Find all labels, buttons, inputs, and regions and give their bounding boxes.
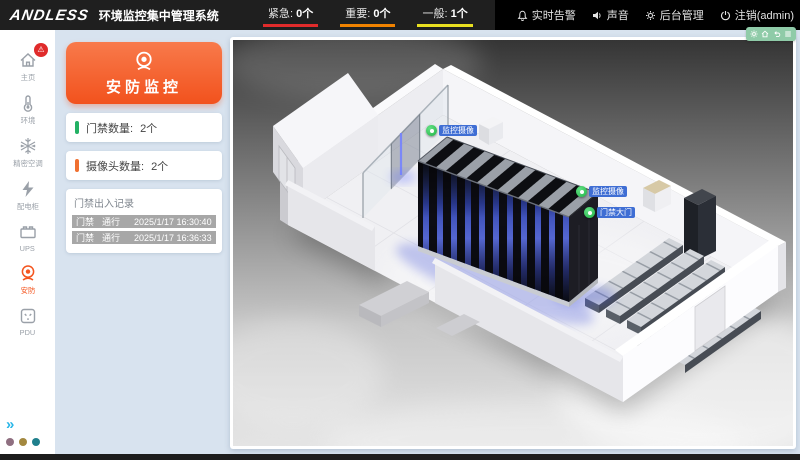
lightning-icon <box>18 179 38 199</box>
bottom-bar <box>0 454 800 460</box>
door-marker-label: 门禁大门 <box>597 207 635 218</box>
access-record-row: 门禁 通行 2025/1/17 16:30:40 <box>72 215 216 228</box>
top-header: ANDLESS 环境监控集中管理系统 紧急: 0个 重要: 0个 一般: 1个 … <box>0 0 800 30</box>
alarm-general-label: 一般: <box>422 8 447 20</box>
admin-label: 后台管理 <box>660 7 704 23</box>
sidebar-item-label: 安防 <box>20 285 35 295</box>
room-3d-render <box>233 40 793 446</box>
back-icon[interactable] <box>773 30 781 38</box>
record-action: 通行 <box>102 215 134 228</box>
alarm-important-label: 重要: <box>345 8 370 20</box>
realtime-alarm-button[interactable]: 实时告警 <box>517 7 576 23</box>
logout-icon <box>720 10 731 21</box>
sidebar-item-label: 精密空调 <box>13 158 42 168</box>
bell-icon <box>517 10 528 21</box>
sidebar-item-security[interactable]: 安防 <box>0 263 55 296</box>
camera-marker-icon <box>576 186 587 197</box>
brand-logo: ANDLESS <box>9 7 91 24</box>
menu-icon[interactable] <box>784 30 792 38</box>
record-time: 2025/1/17 16:36:33 <box>134 233 212 243</box>
camera-count-value: 2个 <box>151 158 168 174</box>
record-time: 2025/1/17 16:30:40 <box>134 217 212 227</box>
theme-dots <box>6 438 55 446</box>
snowflake-icon <box>18 136 38 156</box>
app-window: ANDLESS 环境监控集中管理系统 紧急: 0个 重要: 0个 一般: 1个 … <box>0 0 800 460</box>
theme-dot-teal[interactable] <box>32 438 40 446</box>
record-type: 门禁 <box>76 215 102 228</box>
header-actions: 实时告警 声音 后台管理 注 <box>495 0 800 30</box>
alarm-critical-label: 紧急: <box>268 8 293 20</box>
sidebar-item-pdu[interactable]: PDU <box>0 306 55 337</box>
sidebar-item-environment[interactable]: 环境 <box>0 93 55 126</box>
room-3d-scene[interactable]: 监控摄像 监控摄像 门禁大门 <box>233 40 793 446</box>
alert-badge-icon: ⚠ <box>34 43 48 57</box>
sidebar-item-label: 配电柜 <box>16 201 38 211</box>
webcam-icon <box>132 49 156 73</box>
socket-icon <box>18 306 38 326</box>
home-icon[interactable] <box>761 30 769 38</box>
scene-toolbar <box>746 27 796 41</box>
camera-count-card: 摄像头数量: 2个 <box>66 151 222 180</box>
camera-marker-label: 监控摄像 <box>439 125 477 136</box>
sidebar-item-label: 主页 <box>20 72 35 82</box>
door-marker[interactable]: 门禁大门 <box>584 207 635 218</box>
theme-dot-mauve[interactable] <box>6 438 14 446</box>
camera-count-label: 摄像头数量: <box>86 158 144 174</box>
green-bar <box>75 121 79 134</box>
sidebar-item-home[interactable]: 主页 ⚠ <box>0 50 55 83</box>
record-action: 通行 <box>102 231 134 244</box>
sound-button[interactable]: 声音 <box>592 7 629 23</box>
security-monitor-button[interactable]: 安防监控 <box>66 42 222 104</box>
door-count-value: 2个 <box>140 120 157 136</box>
alarm-stat-important[interactable]: 重要: 0个 <box>340 4 395 27</box>
camera-marker-label: 监控摄像 <box>589 186 627 197</box>
access-record-row: 门禁 通行 2025/1/17 16:36:33 <box>72 231 216 244</box>
access-records-title: 门禁出入记录 <box>74 195 214 210</box>
camera-marker-icon <box>426 125 437 136</box>
security-monitor-label: 安防监控 <box>106 76 182 97</box>
theme-dot-gold[interactable] <box>19 438 27 446</box>
door-marker-icon <box>584 207 595 218</box>
security-panel: 安防监控 门禁数量: 2个 摄像头数量: 2个 门禁出入记录 门禁 通行 202… <box>66 42 222 253</box>
sidebar-item-label: UPS <box>20 244 35 252</box>
door-count-card: 门禁数量: 2个 <box>66 113 222 142</box>
sidebar-item-ac[interactable]: 精密空调 <box>0 136 55 169</box>
access-records-card: 门禁出入记录 门禁 通行 2025/1/17 16:30:40 门禁 通行 20… <box>66 189 222 253</box>
camera-marker[interactable]: 监控摄像 <box>426 125 477 136</box>
webcam-icon <box>18 263 38 283</box>
alarm-stat-critical[interactable]: 紧急: 0个 <box>263 4 318 27</box>
battery-icon <box>18 222 38 242</box>
expand-chevron-icon[interactable]: » <box>6 418 55 432</box>
realtime-alarm-label: 实时告警 <box>532 7 576 23</box>
room-3d-viewport: 监控摄像 监控摄像 门禁大门 <box>230 37 796 449</box>
logout-label: 注销(admin) <box>735 7 794 23</box>
sidebar-item-label: 环境 <box>20 115 35 125</box>
gear-icon[interactable] <box>750 30 758 38</box>
door-count-label: 门禁数量: <box>86 120 133 136</box>
orange-bar <box>75 159 79 172</box>
sidebar-item-ups[interactable]: UPS <box>0 222 55 253</box>
gear-icon <box>645 10 656 21</box>
sidebar-item-label: PDU <box>20 328 36 336</box>
alarm-general-value: 1个 <box>451 8 468 20</box>
thermometer-icon <box>18 93 38 113</box>
admin-button[interactable]: 后台管理 <box>645 7 704 23</box>
record-type: 门禁 <box>76 231 102 244</box>
alarm-important-value: 0个 <box>373 8 390 20</box>
speaker-icon <box>592 10 603 21</box>
sidebar-footer: » <box>0 418 55 454</box>
alarm-critical-value: 0个 <box>296 8 313 20</box>
sound-label: 声音 <box>607 7 629 23</box>
alarm-stat-general[interactable]: 一般: 1个 <box>417 4 472 27</box>
app-title: 环境监控集中管理系统 <box>99 7 219 24</box>
logout-button[interactable]: 注销(admin) <box>720 7 794 23</box>
sidebar-nav: 主页 ⚠ 环境 精密空调 配电柜 UPS <box>0 30 55 454</box>
camera-marker[interactable]: 监控摄像 <box>576 186 627 197</box>
sidebar-item-power[interactable]: 配电柜 <box>0 179 55 212</box>
